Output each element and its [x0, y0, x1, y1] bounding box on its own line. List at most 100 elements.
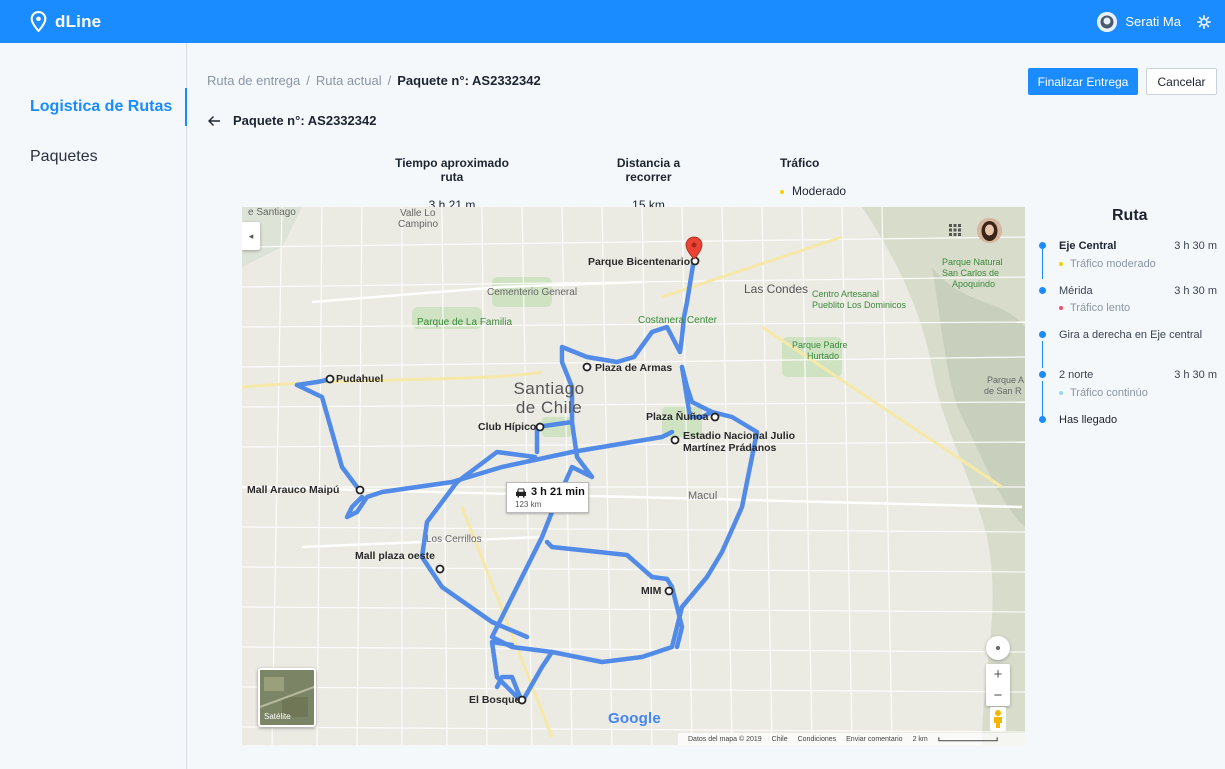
- map-place-estadio-2[interactable]: Martínez Prádanos: [683, 442, 776, 454]
- pegman-icon: [990, 707, 1006, 731]
- map-place-estadio-1[interactable]: Estadio Nacional Julio: [683, 430, 795, 442]
- map-label-santiago-edge: e Santiago: [248, 207, 296, 218]
- map-label-centro-artesanal-2: Pueblito Los Dominicos: [812, 300, 907, 310]
- route-step-traffic: Tráfico moderado: [1059, 258, 1156, 270]
- map-place-parque-bicentenario[interactable]: Parque Bicentenario: [588, 256, 690, 268]
- my-location-button[interactable]: [986, 636, 1010, 660]
- route-step-name: Mérida: [1059, 285, 1093, 297]
- page-title: Paquete n°: AS2332342: [233, 113, 377, 128]
- map-expand-button[interactable]: ◂: [242, 222, 260, 250]
- scale-bar-icon: [938, 737, 998, 742]
- apps-grid-icon[interactable]: [948, 223, 962, 237]
- route-step-dot: [1039, 331, 1046, 338]
- stat-traffic-value: Moderado: [792, 184, 847, 198]
- map-label-valle-lo-2: Campino: [398, 219, 439, 230]
- locate-icon: [996, 646, 1000, 650]
- route-line: [1042, 381, 1043, 418]
- map-data-credit: Datos del mapa © 2019: [688, 735, 762, 743]
- route-step-name: Gira a derecha en Eje central: [1059, 329, 1203, 341]
- map-label-parque-natural-1: Parque Natural: [942, 257, 1003, 267]
- zoom-out-button[interactable]: −: [994, 685, 1003, 706]
- map-place-mim[interactable]: MIM: [641, 585, 661, 597]
- map-label-macul: Macul: [688, 490, 718, 502]
- stat-traffic-row: Moderado: [780, 184, 846, 198]
- map-label-costanera-center: Costanera Center: [638, 315, 717, 326]
- route-map[interactable]: e Santiago Valle Lo Campino Parque Bicen…: [242, 207, 1025, 745]
- route-step-traffic: Tráfico lento: [1059, 302, 1130, 314]
- breadcrumb-current: Paquete n°: AS2332342: [397, 73, 541, 88]
- map-label-parque-padre-1: Parque Padre: [792, 340, 848, 350]
- map-label-santiago: Santiago: [513, 379, 585, 398]
- breadcrumb-link-ruta-entrega[interactable]: Ruta de entrega: [207, 73, 300, 88]
- sidebar-item-logistica-rutas[interactable]: Logistica de Rutas: [30, 98, 172, 116]
- sidebar: Logistica de Rutas Paquetes: [0, 43, 187, 769]
- route-info-box[interactable]: 3 h 21 min 123 km: [506, 482, 589, 513]
- brand[interactable]: dLine: [30, 11, 101, 32]
- satellite-toggle[interactable]: Satélite: [258, 668, 316, 727]
- map-label-los-cerrillos: Los Cerrillos: [426, 534, 482, 545]
- breadcrumb: Ruta de entrega / Ruta actual / Paquete n°: …: [207, 73, 541, 88]
- chevron-left-icon: ◂: [248, 230, 254, 241]
- active-indicator: [185, 88, 187, 126]
- finalize-delivery-button[interactable]: Finalizar Entrega: [1028, 68, 1138, 95]
- user-avatar[interactable]: [1097, 11, 1118, 32]
- stat-traffic-label: Tráfico: [780, 156, 820, 170]
- avatar-icon: [1097, 11, 1118, 32]
- satellite-label: Satélite: [264, 712, 291, 721]
- map-place-plaza-armas[interactable]: Plaza de Armas: [595, 362, 672, 374]
- map-label-parque-padre-2: Hurtado: [807, 351, 840, 361]
- map-terms-link[interactable]: Condiciones: [798, 736, 837, 743]
- zoom-controls: + −: [986, 664, 1010, 706]
- sidebar-item-paquetes[interactable]: Paquetes: [30, 148, 98, 166]
- app-name: dLine: [55, 11, 102, 31]
- route-box-distance: 123 km: [515, 500, 542, 509]
- route-step-dot: [1039, 242, 1046, 249]
- user-menu[interactable]: Serati Ma: [1097, 0, 1211, 43]
- map-label-centro-artesanal-1: Centro Artesanal: [812, 289, 880, 299]
- map-place-mall-plaza[interactable]: Mall plaza oeste: [355, 550, 435, 562]
- stat-distance-label: Distancia a recorrer: [616, 156, 681, 184]
- map-label-valle-lo-1: Valle Lo: [400, 208, 436, 219]
- zoom-in-button[interactable]: +: [994, 664, 1003, 685]
- stat-distance: Distancia a recorrer 15 km: [596, 156, 701, 212]
- map-feedback-link[interactable]: Enviar comentario: [846, 736, 902, 743]
- map-label-las-condes: Las Condes: [744, 282, 809, 296]
- stat-time: Tiempo aproximado ruta 3 h 21 m: [387, 156, 517, 212]
- route-step-time: 3 h 30 m: [1174, 369, 1217, 381]
- route-step-dot: [1039, 371, 1046, 378]
- gear-icon[interactable]: [1197, 14, 1211, 29]
- route-step-traffic-text: Tráfico moderado: [1070, 258, 1156, 270]
- stat-time-label: Tiempo aproximado ruta: [395, 156, 509, 184]
- route-step-dot: [1039, 416, 1046, 423]
- map-place-plaza-nunoa[interactable]: Plaza Ñuñoa: [646, 411, 708, 423]
- route-panel-title: Ruta: [1112, 207, 1148, 224]
- map-place-el-bosque[interactable]: El Bosque: [469, 694, 520, 706]
- route-step-time: 3 h 30 m: [1174, 240, 1217, 252]
- cancel-button[interactable]: Cancelar: [1146, 68, 1217, 95]
- breadcrumb-separator: /: [306, 73, 310, 88]
- profile-photo-icon: [977, 218, 1002, 243]
- arrow-left-icon[interactable]: [207, 114, 221, 128]
- map-canvas: [242, 207, 1025, 745]
- map-country: Chile: [771, 735, 788, 743]
- map-label-de-chile: de Chile: [515, 398, 583, 417]
- map-place-mall-arauco[interactable]: Mall Arauco Maipú: [247, 484, 339, 496]
- route-step-name: Has llegado: [1059, 414, 1118, 426]
- breadcrumb-link-ruta-actual[interactable]: Ruta actual: [316, 73, 382, 88]
- map-place-club-hipico[interactable]: Club Hípico: [478, 421, 536, 433]
- map-account-avatar[interactable]: [977, 218, 1002, 243]
- breadcrumb-separator: /: [387, 73, 392, 88]
- page-header: Paquete n°: AS2332342: [207, 113, 376, 128]
- route-step-name: Eje Central: [1059, 240, 1117, 252]
- traffic-status-dot: [780, 189, 784, 194]
- street-view-pegman-icon[interactable]: [987, 706, 1009, 732]
- route-step-traffic-text: Tráfico lento: [1070, 302, 1131, 314]
- route-step-traffic: Tráfico continúo: [1059, 387, 1148, 399]
- map-scale: 2 km: [912, 735, 928, 743]
- map-place-pudahuel[interactable]: Pudahuel: [336, 373, 383, 385]
- traffic-dot: [1059, 306, 1063, 311]
- route-step-dot: [1039, 287, 1046, 294]
- traffic-dot: [1059, 262, 1063, 267]
- user-name[interactable]: Serati Ma: [1125, 14, 1181, 29]
- map-label-parque-natural-3: Apoquindo: [952, 279, 996, 289]
